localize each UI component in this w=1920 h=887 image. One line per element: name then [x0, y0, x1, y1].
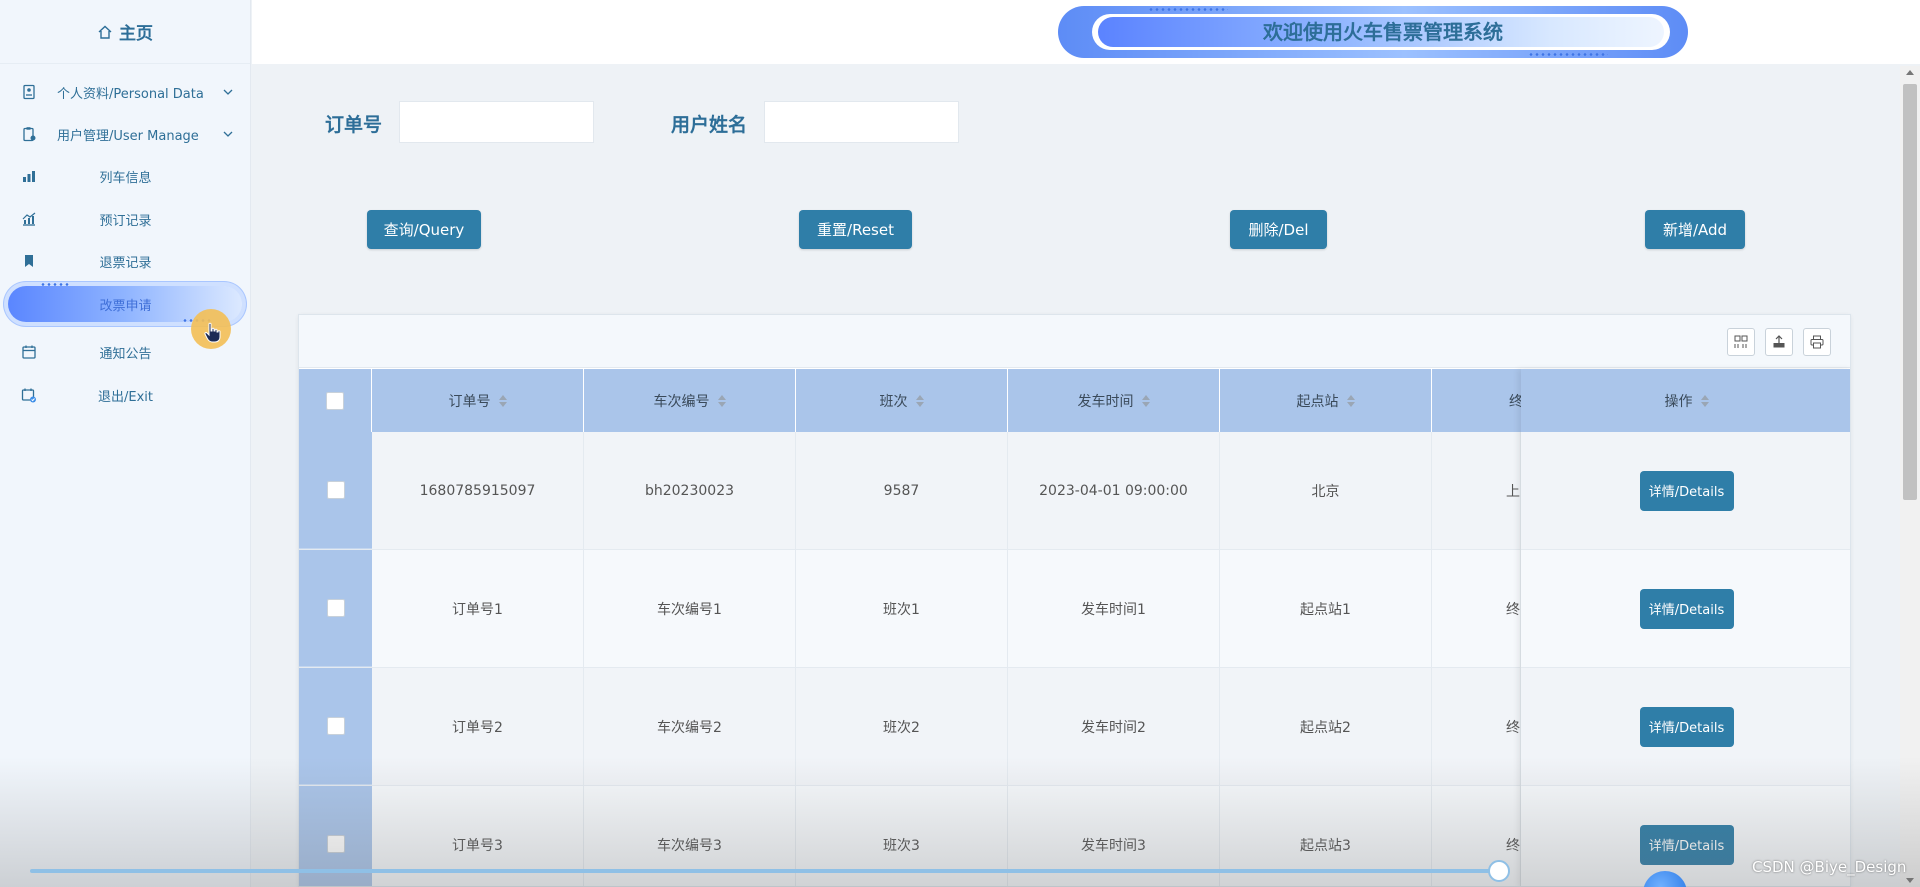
delete-button[interactable]: 删除/Del	[1230, 210, 1327, 249]
home-icon	[98, 25, 112, 39]
column-header-train-no[interactable]: 车次编号	[584, 369, 796, 432]
add-button[interactable]: 新增/Add	[1645, 210, 1745, 249]
cell-departure-time: 发车时间1	[1008, 550, 1220, 667]
profile-icon	[20, 83, 38, 101]
home-label: 主页	[119, 24, 153, 44]
scroll-up-arrow-icon[interactable]	[1906, 70, 1914, 75]
data-table: 订单号 车次编号 班次 发车时间 起点站 终 1680785915097 bh2…	[298, 314, 1851, 887]
details-button[interactable]: 详情/Details	[1639, 470, 1734, 511]
video-progress-knob[interactable]	[1488, 860, 1510, 882]
action-cell: 详情/Details	[1521, 432, 1850, 550]
cell-order-no: 订单号1	[372, 550, 584, 667]
sort-icon[interactable]	[1346, 394, 1355, 407]
sort-icon[interactable]	[1700, 394, 1709, 407]
export-icon	[1773, 335, 1785, 348]
top-header: 欢迎使用火车售票管理系统	[252, 0, 1920, 64]
sidebar: 主页 个人资料/Personal Data 用户管理/User Manage 列…	[0, 0, 251, 887]
title-banner: 欢迎使用火车售票管理系统	[1058, 6, 1688, 58]
cell-order-no: 订单号2	[372, 668, 584, 785]
reset-button[interactable]: 重置/Reset	[799, 210, 912, 249]
action-column: 操作 详情/Details 详情/Details 详情/Details 详情/D…	[1521, 369, 1850, 886]
export-button[interactable]	[1765, 328, 1793, 356]
video-progress-bar[interactable]	[30, 869, 1500, 873]
row-checkbox[interactable]	[326, 599, 345, 617]
column-header-shift[interactable]: 班次	[796, 369, 1008, 432]
column-header-actions[interactable]: 操作	[1521, 369, 1850, 432]
sidebar-item-label: 用户管理/User Manage	[57, 128, 199, 144]
sidebar-item-exit[interactable]: 退出/Exit	[0, 377, 251, 413]
table-toolbar	[299, 315, 1850, 368]
details-button[interactable]: 详情/Details	[1639, 588, 1734, 629]
cell-order-no: 1680785915097	[372, 432, 584, 549]
pointer-hand-icon	[204, 322, 221, 343]
scroll-down-arrow-icon[interactable]	[1906, 878, 1914, 883]
clipboard-user-icon	[20, 125, 38, 143]
cell-shift: 9587	[796, 432, 1008, 549]
printer-icon	[1810, 335, 1824, 349]
sidebar-item-label: 退出/Exit	[98, 389, 153, 405]
sort-icon[interactable]	[915, 394, 924, 407]
user-name-label: 用户姓名	[671, 114, 748, 136]
column-header-order-no[interactable]: 订单号	[372, 369, 584, 432]
query-button[interactable]: 查询/Query	[367, 210, 481, 249]
watermark: CSDN @Biye_Design	[1752, 858, 1907, 876]
print-button[interactable]	[1803, 328, 1831, 356]
column-header-departure-time[interactable]: 发车时间	[1008, 369, 1220, 432]
columns-toggle-button[interactable]	[1727, 328, 1755, 356]
row-checkbox[interactable]	[326, 835, 345, 853]
sidebar-item-train-info[interactable]: 列车信息	[0, 158, 251, 194]
select-all-cell	[299, 369, 372, 432]
details-button[interactable]: 详情/Details	[1639, 824, 1734, 865]
page-title: 欢迎使用火车售票管理系统	[1263, 20, 1503, 44]
chevron-down-icon	[223, 131, 233, 137]
cell-train-no: 车次编号2	[584, 668, 796, 785]
sort-icon[interactable]	[1141, 394, 1150, 407]
row-checkbox[interactable]	[326, 717, 345, 735]
sidebar-item-refund-records[interactable]: 退票记录	[0, 243, 251, 279]
home-link[interactable]: 主页	[0, 0, 250, 64]
column-header-origin[interactable]: 起点站	[1220, 369, 1432, 432]
scrollbar-thumb[interactable]	[1903, 84, 1917, 500]
sort-icon[interactable]	[498, 394, 507, 407]
sidebar-item-label: 退票记录	[99, 255, 152, 271]
user-name-input[interactable]	[764, 101, 959, 143]
sidebar-item-booking-records[interactable]: 预订记录	[0, 201, 251, 237]
cell-origin: 北京	[1220, 432, 1432, 549]
action-cell: 详情/Details	[1521, 668, 1850, 786]
sidebar-item-personal-data[interactable]: 个人资料/Personal Data	[0, 74, 251, 110]
cell-shift: 班次2	[796, 668, 1008, 785]
order-no-label: 订单号	[325, 114, 383, 136]
vertical-scrollbar[interactable]	[1900, 66, 1920, 887]
cell-train-no: bh20230023	[584, 432, 796, 549]
cell-destination: 终	[1432, 550, 1521, 667]
cell-destination: 终	[1432, 668, 1521, 785]
details-button[interactable]: 详情/Details	[1639, 706, 1734, 747]
cell-shift: 班次1	[796, 550, 1008, 667]
row-checkbox[interactable]	[326, 481, 345, 499]
cell-departure-time: 发车时间2	[1008, 668, 1220, 785]
cell-destination: 上	[1432, 432, 1521, 549]
grid-columns-icon	[1734, 335, 1748, 348]
sidebar-item-label: 预订记录	[99, 213, 152, 229]
action-cell: 详情/Details	[1521, 550, 1850, 668]
sidebar-item-label: 列车信息	[99, 170, 152, 186]
select-all-checkbox[interactable]	[326, 391, 344, 410]
sidebar-item-label: 个人资料/Personal Data	[57, 86, 204, 102]
cell-train-no: 车次编号1	[584, 550, 796, 667]
order-no-input[interactable]	[399, 101, 594, 143]
chevron-down-icon	[223, 89, 233, 95]
cell-origin: 起点站2	[1220, 668, 1432, 785]
cell-origin: 起点站1	[1220, 550, 1432, 667]
sort-icon[interactable]	[717, 394, 726, 407]
cell-departure-time: 2023-04-01 09:00:00	[1008, 432, 1220, 549]
sidebar-item-user-manage[interactable]: 用户管理/User Manage	[0, 116, 251, 152]
